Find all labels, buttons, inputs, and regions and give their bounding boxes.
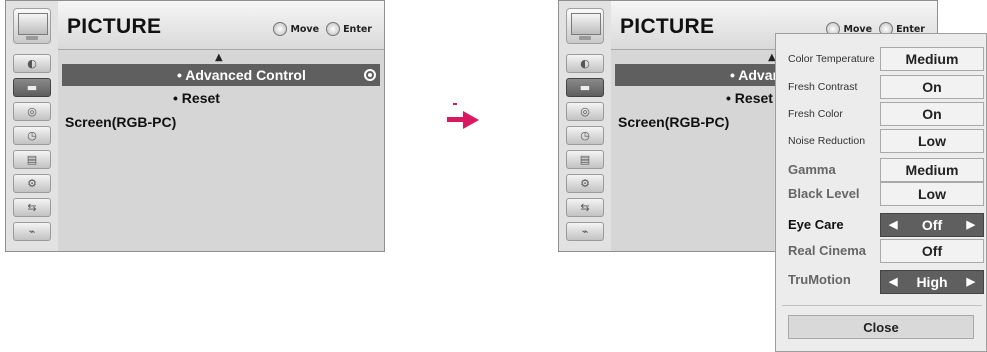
setting-value[interactable]: Low: [880, 129, 984, 153]
audio-icon[interactable]: ◎: [13, 102, 51, 121]
menu-item-label: • Advanced Control: [177, 67, 306, 83]
next-step-arrowhead: [463, 111, 479, 129]
hint-move: Move: [290, 23, 320, 35]
menu-header: PICTURE Move Enter: [58, 1, 384, 50]
setting-value[interactable]: On: [880, 75, 984, 99]
setting-label: Fresh Contrast: [788, 81, 858, 93]
setting-label: Noise Reduction: [788, 135, 866, 147]
setting-value-selector[interactable]: ◀ High ▶: [880, 270, 984, 294]
menu-title: PICTURE: [620, 15, 715, 38]
setting-value[interactable]: Medium: [880, 158, 984, 182]
satellite-dish-icon[interactable]: ◐: [566, 54, 604, 73]
setting-row-eye-care[interactable]: Eye Care ◀ Off ▶: [776, 213, 987, 237]
setting-value: Off: [921, 217, 943, 233]
setting-value: High: [916, 274, 948, 290]
picture-icon[interactable]: ▬: [13, 78, 51, 97]
tv-icon: [13, 8, 51, 44]
divider: [782, 305, 982, 306]
right-arrow-icon[interactable]: ▶: [967, 271, 975, 294]
setting-value-selector[interactable]: ◀ Off ▶: [880, 213, 984, 237]
menu-item-advanced-control[interactable]: • Advanced Control: [62, 64, 380, 86]
setting-value[interactable]: Off: [880, 239, 984, 263]
enter-button-icon: [326, 22, 341, 36]
setting-row-trumotion[interactable]: TruMotion ◀ High ▶: [776, 270, 987, 294]
category-icon-bar: ◐ ▬ ◎ ◷ ▤ ⚙ ⇆ ⌁: [6, 1, 58, 251]
satellite-dish-icon[interactable]: ◐: [13, 54, 51, 73]
settings-icon[interactable]: ⚙: [566, 174, 604, 193]
close-button[interactable]: Close: [788, 315, 974, 339]
setting-label: Eye Care: [788, 217, 844, 232]
setting-row-real-cinema[interactable]: Real Cinema Off: [776, 239, 987, 263]
hint-enter: Enter: [343, 23, 372, 35]
setting-label: Real Cinema: [788, 243, 867, 258]
setting-value[interactable]: Medium: [880, 47, 984, 71]
move-dpad-icon: [273, 22, 288, 36]
scroll-up-arrow-icon[interactable]: ▲: [215, 52, 223, 63]
settings-icon[interactable]: ⚙: [13, 174, 51, 193]
setting-row-gamma[interactable]: Gamma Medium: [776, 158, 987, 182]
audio-icon[interactable]: ◎: [566, 102, 604, 121]
navigation-hints: Move Enter: [273, 22, 372, 36]
picture-icon[interactable]: ▬: [566, 78, 604, 97]
clock-icon[interactable]: ◷: [566, 126, 604, 145]
left-arrow-icon[interactable]: ◀: [889, 271, 897, 294]
input-icon[interactable]: ⇆: [566, 198, 604, 217]
menu-item-reset[interactable]: • Reset: [726, 90, 773, 106]
setting-row-black-level[interactable]: Black Level Low: [776, 182, 987, 206]
menu-title: PICTURE: [67, 15, 162, 38]
picture-menu-before: ◐ ▬ ◎ ◷ ▤ ⚙ ⇆ ⌁ PICTURE Move Enter ▲ • A…: [5, 0, 385, 252]
right-arrow-icon[interactable]: ▶: [967, 214, 975, 237]
setting-label: Fresh Color: [788, 108, 843, 120]
selected-radio-icon: [364, 69, 376, 81]
advanced-control-popup: Color Temperature Medium Fresh Contrast …: [775, 33, 987, 352]
category-icon-bar: ◐ ▬ ◎ ◷ ▤ ⚙ ⇆ ⌁: [559, 1, 611, 251]
setting-label: Gamma: [788, 162, 836, 177]
lock-icon[interactable]: ▤: [566, 150, 604, 169]
lock-icon[interactable]: ▤: [13, 150, 51, 169]
clock-icon[interactable]: ◷: [13, 126, 51, 145]
usb-icon[interactable]: ⌁: [566, 222, 604, 241]
setting-value[interactable]: On: [880, 102, 984, 126]
arrow-tick: [453, 103, 457, 105]
menu-item-screen[interactable]: Screen(RGB-PC): [65, 114, 176, 130]
setting-label: TruMotion: [788, 272, 851, 287]
tv-icon: [566, 8, 604, 44]
setting-row-fresh-color[interactable]: Fresh Color On: [776, 102, 987, 126]
setting-row-noise-reduction[interactable]: Noise Reduction Low: [776, 129, 987, 153]
setting-row-color-temperature[interactable]: Color Temperature Medium: [776, 47, 987, 71]
setting-label: Color Temperature: [788, 53, 875, 65]
left-arrow-icon[interactable]: ◀: [889, 214, 897, 237]
setting-row-fresh-contrast[interactable]: Fresh Contrast On: [776, 75, 987, 99]
menu-item-reset[interactable]: • Reset: [173, 90, 220, 106]
usb-icon[interactable]: ⌁: [13, 222, 51, 241]
input-icon[interactable]: ⇆: [13, 198, 51, 217]
setting-value[interactable]: Low: [880, 182, 984, 206]
menu-item-screen[interactable]: Screen(RGB-PC): [618, 114, 729, 130]
setting-label: Black Level: [788, 186, 860, 201]
